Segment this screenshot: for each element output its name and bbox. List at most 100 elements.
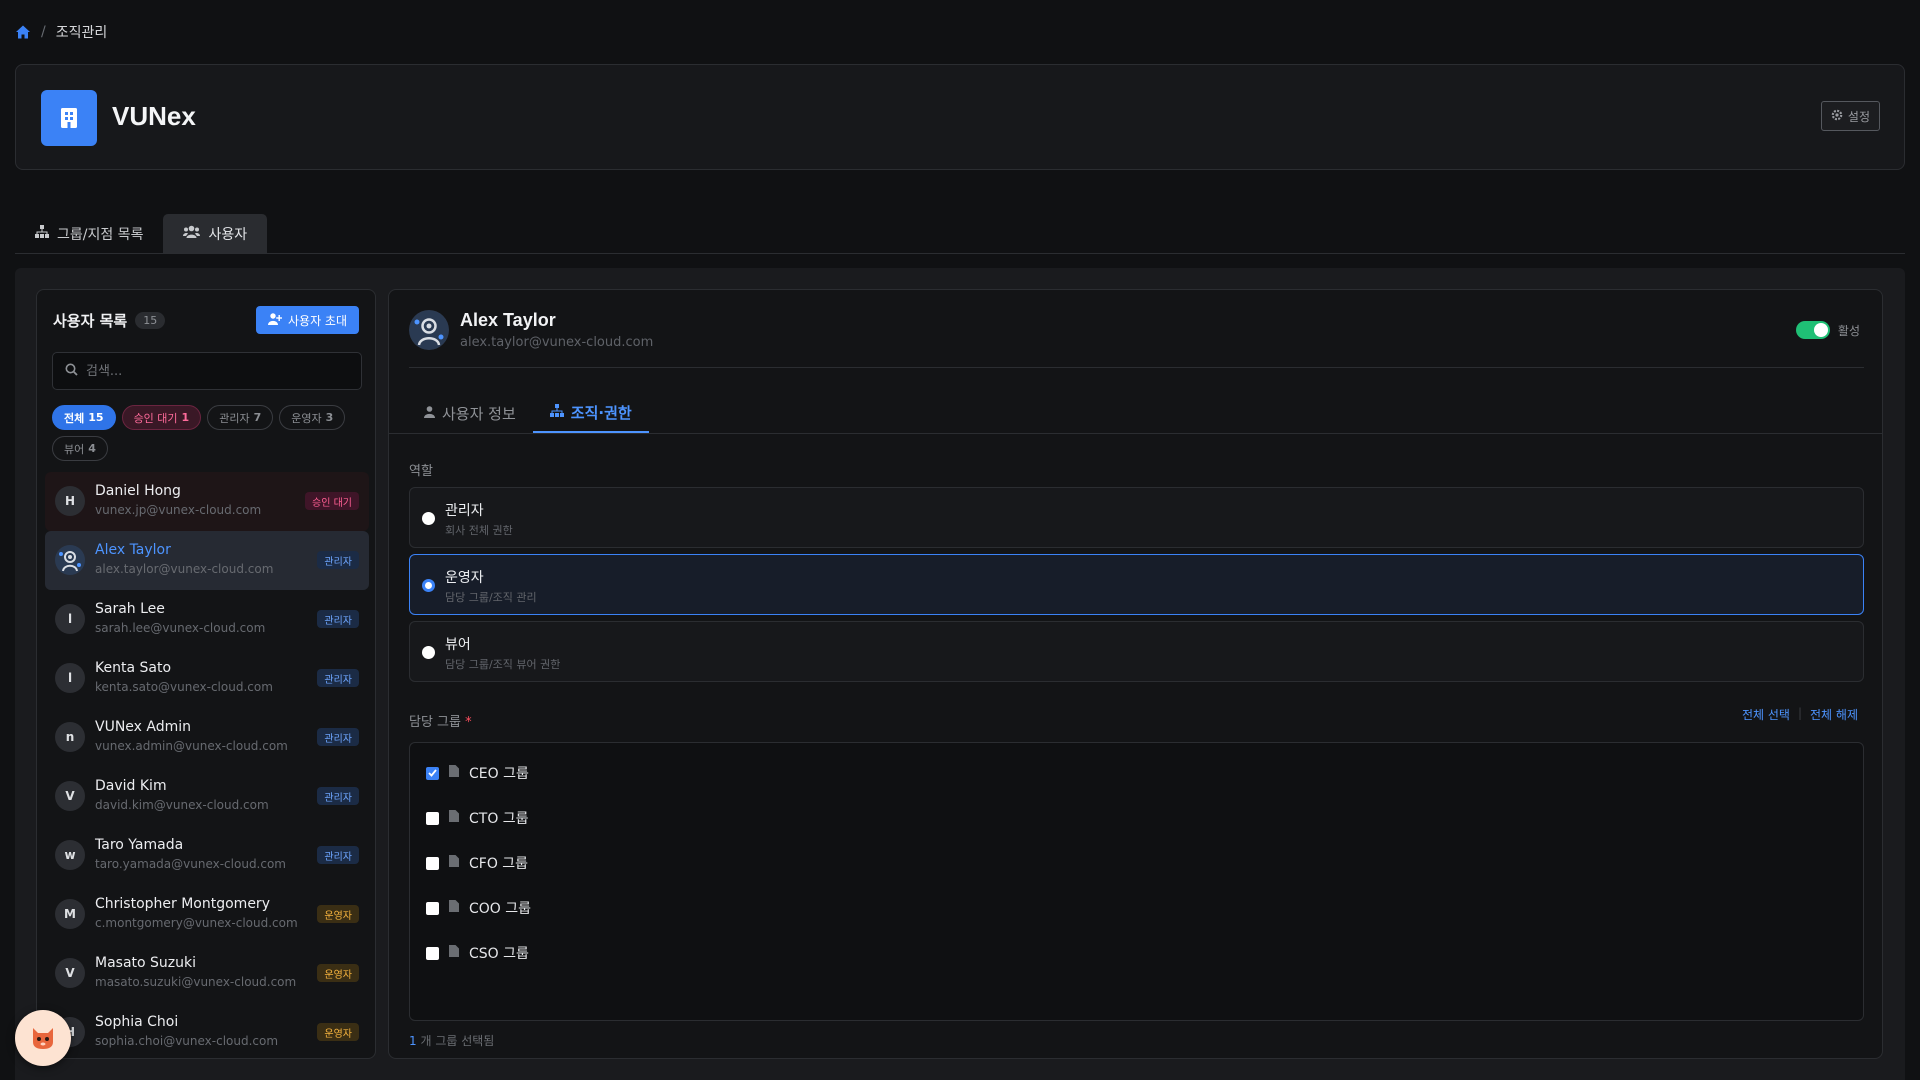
radio-button[interactable] — [422, 646, 435, 659]
select-all-link[interactable]: 전체 선택 — [1742, 706, 1790, 723]
file-icon — [449, 945, 459, 961]
checkbox[interactable] — [426, 811, 439, 825]
checkbox[interactable] — [426, 856, 439, 870]
user-name: Christopher Montgomery — [95, 896, 270, 912]
user-email: kenta.sato@vunex-cloud.com — [95, 680, 273, 694]
user-list-item[interactable]: w Taro Yamada taro.yamada@vunex-cloud.co… — [45, 826, 369, 885]
filter-all-count: 15 — [88, 411, 104, 424]
tab-users[interactable]: 사용자 — [163, 214, 268, 253]
role-title: 뷰어 — [445, 637, 471, 653]
filter-all[interactable]: 전체 15 — [52, 405, 116, 430]
role-badge: 운영자 — [317, 905, 359, 923]
active-toggle[interactable] — [1795, 321, 1830, 339]
filter-viewer[interactable]: 뷰어 4 — [52, 436, 108, 461]
checkbox[interactable] — [426, 946, 439, 960]
role-option-viewer[interactable]: 뷰어 담당 그룹/조직 뷰어 권한 — [409, 621, 1864, 682]
user-list-item[interactable]: V Masato Suzuki masato.suzuki@vunex-clou… — [45, 944, 369, 1003]
filter-admin[interactable]: 관리자 7 — [207, 405, 274, 430]
file-icon — [449, 855, 459, 871]
tabs-divider — [15, 253, 1905, 254]
avatar: l — [55, 604, 85, 634]
role-badge: 운영자 — [317, 964, 359, 982]
file-icon — [449, 810, 459, 826]
filter-pending-count: 1 — [181, 411, 190, 424]
filter-pending-label: 승인 대기 — [133, 411, 178, 425]
role-title: 운영자 — [445, 570, 484, 586]
user-list: H Daniel Hong vunex.jp@vunex-cloud.com 승… — [45, 472, 369, 1058]
user-email: vunex.admin@vunex-cloud.com — [95, 739, 288, 753]
user-list-heading: 사용자 목록 — [53, 312, 128, 330]
group-item[interactable]: CFO 그룹 — [426, 853, 528, 873]
user-email: c.montgomery@vunex-cloud.com — [95, 916, 298, 930]
tab-user-info[interactable]: 사용자 정보 — [407, 393, 533, 433]
checkbox[interactable] — [426, 766, 439, 780]
group-section-title: 담당 그룹 — [409, 715, 461, 730]
user-email: sarah.lee@vunex-cloud.com — [95, 621, 266, 635]
user-list-item[interactable]: l Sarah Lee sarah.lee@vunex-cloud.com 관리… — [45, 590, 369, 649]
user-list-item[interactable]: V David Kim david.kim@vunex-cloud.com 관리… — [45, 767, 369, 826]
user-list-item[interactable]: H Daniel Hong vunex.jp@vunex-cloud.com 승… — [45, 472, 369, 531]
user-name: David Kim — [95, 778, 167, 794]
group-label: COO 그룹 — [469, 901, 532, 917]
avatar: n — [55, 722, 85, 752]
settings-button[interactable]: 설정 — [1820, 101, 1880, 131]
detail-tabs-divider — [389, 433, 1882, 434]
role-badge: 관리자 — [317, 846, 359, 864]
file-icon — [449, 765, 459, 781]
search-input[interactable] — [86, 363, 346, 379]
user-list-item-selected[interactable]: Alex Taylor alex.taylor@vunex-cloud.com … — [45, 531, 369, 590]
deselect-all-link[interactable]: 전체 해제 — [1810, 706, 1858, 723]
filter-operator[interactable]: 운영자 3 — [279, 405, 346, 430]
role-option-admin[interactable]: 관리자 회사 전체 권한 — [409, 487, 1864, 548]
filter-pending[interactable]: 승인 대기 1 — [121, 405, 202, 430]
avatar: w — [55, 840, 85, 870]
filter-all-label: 전체 — [64, 411, 85, 425]
group-item[interactable]: CEO 그룹 — [426, 763, 529, 783]
user-list-item[interactable]: n VUNex Admin vunex.admin@vunex-cloud.co… — [45, 708, 369, 767]
settings-label: 설정 — [1847, 109, 1870, 124]
radio-button[interactable] — [422, 512, 435, 525]
group-label: CEO 그룹 — [469, 766, 529, 782]
role-badge: 운영자 — [317, 1023, 359, 1041]
link-separator: | — [1797, 706, 1803, 720]
invite-user-label: 사용자 초대 — [287, 313, 347, 328]
org-header: VUNex 설정 — [15, 64, 1905, 170]
radio-button[interactable] — [422, 579, 435, 592]
invite-user-button[interactable]: 사용자 초대 — [255, 306, 359, 334]
user-email: taro.yamada@vunex-cloud.com — [95, 857, 286, 871]
assistant-mascot-icon[interactable] — [15, 1010, 71, 1066]
role-description: 담당 그룹/조직 관리 — [445, 591, 537, 604]
user-email: masato.suzuki@vunex-cloud.com — [95, 975, 297, 989]
group-item[interactable]: CSO 그룹 — [426, 943, 529, 963]
selected-groups-count: 1 개 그룹 선택됨 — [409, 1032, 494, 1049]
tab-groups[interactable]: 그룹/지점 목록 — [15, 214, 163, 253]
role-badge: 관리자 — [317, 728, 359, 746]
group-select-links: 전체 선택 | 전체 해제 — [1742, 706, 1858, 723]
avatar: M — [55, 899, 85, 929]
filter-viewer-count: 4 — [88, 442, 96, 455]
group-item[interactable]: COO 그룹 — [426, 898, 531, 918]
user-list-item[interactable]: M Christopher Montgomery c.montgomery@vu… — [45, 885, 369, 944]
sitemap-icon — [35, 225, 49, 242]
required-mark: * — [465, 715, 472, 730]
user-list-item[interactable]: H Sophia Choi sophia.choi@vunex-cloud.co… — [45, 1003, 369, 1058]
role-title: 관리자 — [445, 503, 484, 519]
group-section-label: 담당 그룹 * — [409, 711, 472, 730]
tab-org-permissions[interactable]: 조직·권한 — [532, 393, 649, 433]
role-badge: 관리자 — [317, 669, 359, 687]
user-detail-panel: Alex Taylor alex.taylor@vunex-cloud.com … — [388, 289, 1883, 1059]
group-label: CTO 그룹 — [469, 811, 529, 827]
group-item[interactable]: CTO 그룹 — [426, 808, 529, 828]
checkbox[interactable] — [426, 901, 439, 915]
user-email: david.kim@vunex-cloud.com — [95, 798, 269, 812]
user-list-item[interactable]: l Kenta Sato kenta.sato@vunex-cloud.com … — [45, 649, 369, 708]
user-name: Alex Taylor — [95, 542, 171, 558]
home-icon[interactable] — [15, 24, 31, 40]
user-name: VUNex Admin — [95, 719, 192, 735]
detail-tabs: 사용자 정보 조직·권한 — [407, 393, 649, 433]
main-tabs: 그룹/지점 목록 사용자 — [15, 214, 268, 253]
role-option-operator[interactable]: 운영자 담당 그룹/조직 관리 — [409, 554, 1864, 615]
detail-user-name: Alex Taylor — [460, 310, 556, 330]
tab-org-permissions-label: 조직·권한 — [570, 403, 632, 422]
role-badge: 관리자 — [317, 551, 359, 569]
